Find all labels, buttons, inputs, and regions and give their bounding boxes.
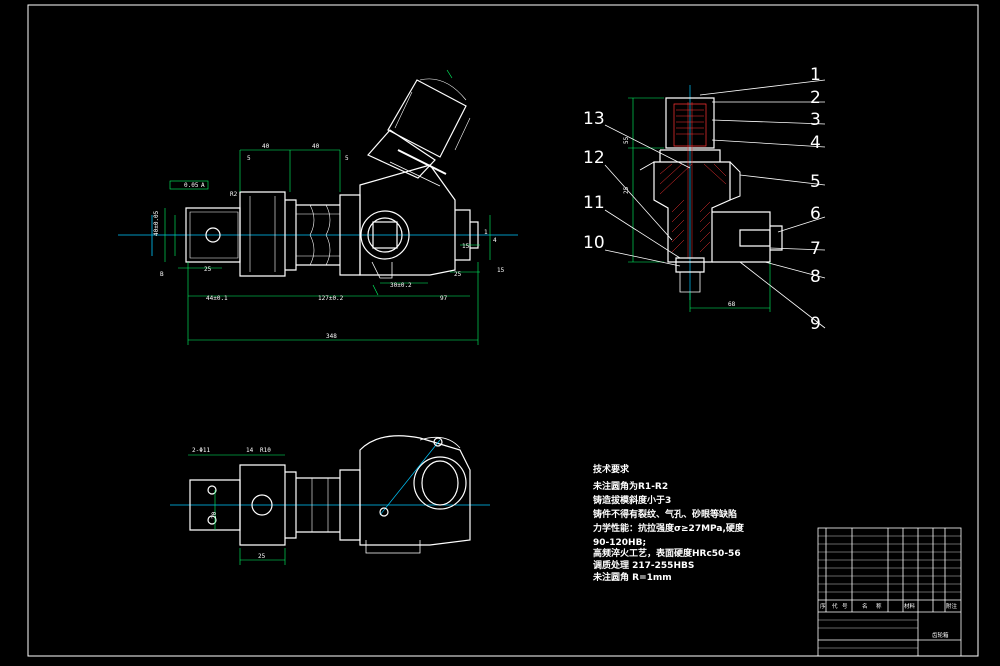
dim-text: 4 xyxy=(493,237,497,244)
tb-header: 序 xyxy=(820,602,826,610)
dim-text: 25 xyxy=(454,271,462,278)
callout-2: 2 xyxy=(810,88,821,108)
requirement-line: 铸件不得有裂纹、气孔、砂眼等缺陷 xyxy=(593,508,737,520)
callout-6: 6 xyxy=(810,204,821,224)
tb-header: 号 xyxy=(842,603,848,610)
plan-view xyxy=(118,69,518,345)
tb-header: 名 xyxy=(862,602,868,610)
callout-8: 8 xyxy=(810,267,821,287)
dim-text: 5 xyxy=(345,155,349,162)
callout-7: 7 xyxy=(810,239,821,259)
dim-text: 0.05 xyxy=(184,182,199,189)
callout-leaders xyxy=(604,79,826,329)
dim-text: 68 xyxy=(728,301,736,308)
dim-text: 40±0.05 xyxy=(153,210,160,236)
dim-text: R10 xyxy=(260,447,271,454)
callout-9: 9 xyxy=(810,314,821,334)
callout-3: 3 xyxy=(810,110,821,130)
callout-12: 12 xyxy=(583,148,605,168)
requirement-line: 调质处理 217-255HBS xyxy=(593,559,694,571)
requirement-line: 未注圆角为R1-R2 xyxy=(592,480,668,492)
dim-text: 127±0.2 xyxy=(318,295,344,302)
requirement-line: 90-120HB; xyxy=(593,538,646,548)
callout-4: 4 xyxy=(810,133,821,153)
dim-text: 15 xyxy=(497,267,505,274)
tb-header: 附注 xyxy=(946,602,958,610)
section-view xyxy=(628,85,783,312)
dim-text: 15 xyxy=(462,243,470,250)
requirement-line: 力学性能：抗拉强度σ≥27MPa,硬度 xyxy=(593,522,745,534)
dim-text: 14 xyxy=(246,447,254,454)
dim-text: 5 xyxy=(247,155,251,162)
technical-requirements: 技术要求 未注圆角为R1-R2 铸造拔模斜度小于3 铸件不得有裂纹、气孔、砂眼等… xyxy=(592,463,745,583)
dim-text: R2 xyxy=(230,191,238,198)
overall-length-dim: 348 xyxy=(326,333,337,340)
dim-text: 20 xyxy=(211,511,218,519)
callout-1: 1 xyxy=(810,65,821,85)
title-block-texts: 序 代 号 名 称 材料 附注 齿轮箱 xyxy=(820,602,958,639)
requirements-title: 技术要求 xyxy=(593,463,630,475)
callout-numbers: 1 2 3 4 5 6 7 8 9 10 11 12 13 xyxy=(583,65,821,334)
dim-text: 44±0.1 xyxy=(206,295,228,302)
callout-13: 13 xyxy=(583,109,605,129)
front-view xyxy=(170,435,490,565)
dim-text: 40 xyxy=(262,143,270,150)
dim-text: 40 xyxy=(312,143,320,150)
tb-header: 材料 xyxy=(904,602,916,610)
drawing-border xyxy=(27,4,979,657)
front-view-dimension-texts: 2-Φ11 14 R10 20 25 xyxy=(192,447,271,560)
dim-text: 25 xyxy=(258,553,266,560)
callout-10: 10 xyxy=(583,233,605,253)
drawing-name: 齿轮箱 xyxy=(932,631,949,639)
cad-drawing-sheet: 40 40 5 5 R2 25 44±0.1 127±0.2 97 15 25 … xyxy=(27,4,979,657)
callout-5: 5 xyxy=(810,172,821,192)
callout-11: 11 xyxy=(583,193,605,213)
dim-text: 97 xyxy=(440,295,448,302)
dim-text: 25 xyxy=(204,266,212,273)
dim-text: 25 xyxy=(623,186,630,194)
tb-header: 代 xyxy=(832,602,838,610)
tb-header: 称 xyxy=(876,602,882,610)
requirement-line: 铸造拔模斜度小于3 xyxy=(593,494,671,506)
dim-text: A xyxy=(201,182,205,189)
requirement-line: 高频淬火工艺，表面硬度HRc50-56 xyxy=(593,547,741,559)
requirement-line: 未注圆角 R=1mm xyxy=(592,571,672,583)
dim-text: 2-Φ11 xyxy=(192,447,210,454)
dim-text: 30±0.2 xyxy=(390,282,412,289)
dim-text: 1 xyxy=(484,229,488,236)
dim-text: B xyxy=(160,271,164,278)
